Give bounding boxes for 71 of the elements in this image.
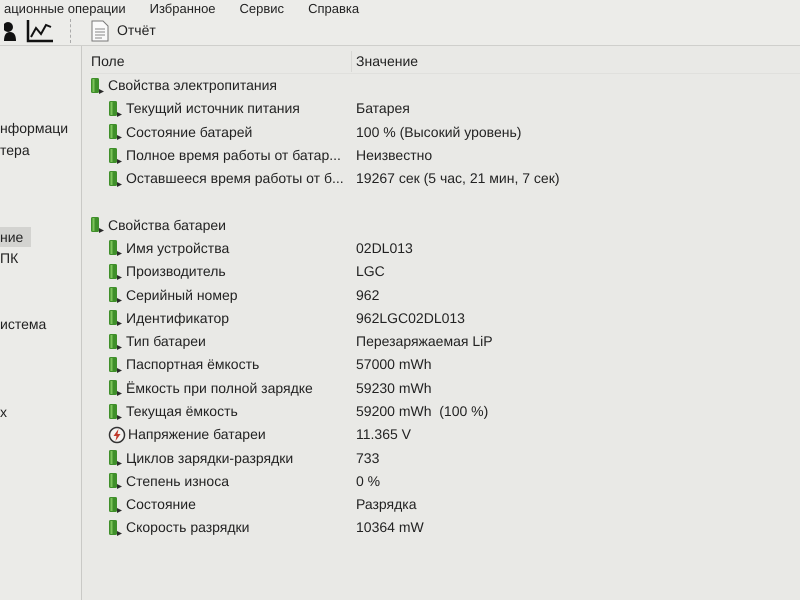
field-value: Неизвестно [356, 146, 432, 166]
sidebar-item[interactable]: ние [0, 227, 32, 247]
field-value: 19267 сек (5 час, 21 мин, 7 сек) [356, 169, 560, 188]
field-name: Текущий источник питания [126, 99, 300, 118]
battery-icon [108, 356, 124, 374]
field-value: LGC [356, 262, 385, 282]
field-value: 59230 mWh [356, 378, 432, 398]
battery-icon [108, 332, 124, 351]
battery-icon [90, 216, 106, 234]
field-name: Серийный номер [126, 286, 238, 305]
field-name: Производитель [126, 262, 226, 282]
field-value: 962 [356, 286, 380, 305]
field-value: Перезаряжаемая LiP [356, 332, 493, 352]
battery-icon [108, 379, 124, 398]
battery-icon [108, 100, 124, 118]
battery-icon [108, 146, 124, 165]
battery-icon [90, 76, 106, 95]
field-value: 10364 mW [356, 518, 424, 538]
field-name: Идентификатор [126, 308, 230, 328]
field-value: 733 [356, 448, 380, 468]
field-name: Ёмкость при полной зарядке [126, 378, 313, 398]
document-icon [91, 20, 109, 42]
battery-icon [108, 286, 124, 304]
battery-icon [108, 170, 124, 188]
field-value: 962LGC02DL013 [356, 308, 465, 328]
field-name: Паспортная ёмкость [126, 355, 260, 374]
battery-icon [108, 449, 124, 468]
field-name: Оставшееся время работы от б... [126, 169, 344, 188]
column-header[interactable]: Поле [90, 51, 352, 72]
line-chart-icon[interactable] [26, 18, 54, 42]
battery-icon [108, 239, 124, 258]
field-value: 59200 mWh (100 %) [356, 402, 488, 421]
battery-icon [108, 496, 124, 514]
battery-icon [108, 309, 124, 328]
field-name: Скорость разрядки [126, 518, 250, 538]
field-name: Полное время работы от батар... [126, 146, 341, 166]
user-icon[interactable] [4, 20, 18, 40]
report-button[interactable]: Отчёт [87, 18, 160, 44]
field-name: Циклов зарядки-разрядки [126, 448, 294, 468]
field-name: Состояние батарей [126, 122, 252, 142]
field-value: 11.365 V [356, 425, 412, 444]
menu-item[interactable]: Избранное [150, 2, 216, 16]
field-name: Имя устройства [126, 238, 230, 258]
sidebar-item[interactable]: ПК [0, 248, 26, 268]
column-header[interactable]: Значение [352, 51, 418, 72]
battery-icon [108, 123, 124, 142]
field-name: Напряжение батареи [128, 425, 266, 444]
battery-icon [108, 262, 124, 281]
field-value: Разрядка [356, 495, 417, 514]
section-title: Свойства батареи [108, 216, 226, 235]
field-name: Состояние [126, 495, 196, 514]
battery-icon [108, 402, 124, 420]
menu-item[interactable]: Справка [308, 2, 360, 16]
field-name: Степень износа [126, 472, 229, 491]
field-name: Текущая ёмкость [126, 402, 238, 421]
battery-icon [108, 518, 124, 537]
section-title: Свойства электропитания [108, 76, 277, 96]
battery-icon [108, 472, 124, 490]
field-name: Тип батареи [126, 332, 206, 352]
sidebar-item[interactable]: нформаци [0, 118, 76, 138]
lightning-icon [108, 426, 126, 444]
field-value: 100 % (Высокий уровень) [356, 122, 522, 142]
menu-item[interactable]: ационные операции [4, 2, 126, 16]
menu-item[interactable]: Сервис [240, 2, 284, 16]
field-value: 0 % [356, 472, 380, 491]
field-value: 02DL013 [356, 238, 413, 258]
field-value: Батарея [356, 99, 410, 118]
sidebar-item[interactable]: тера [0, 140, 38, 160]
sidebar-item[interactable]: х [0, 402, 15, 422]
field-value: 57000 mWh [356, 355, 432, 374]
sidebar-item[interactable]: истема [0, 314, 54, 334]
